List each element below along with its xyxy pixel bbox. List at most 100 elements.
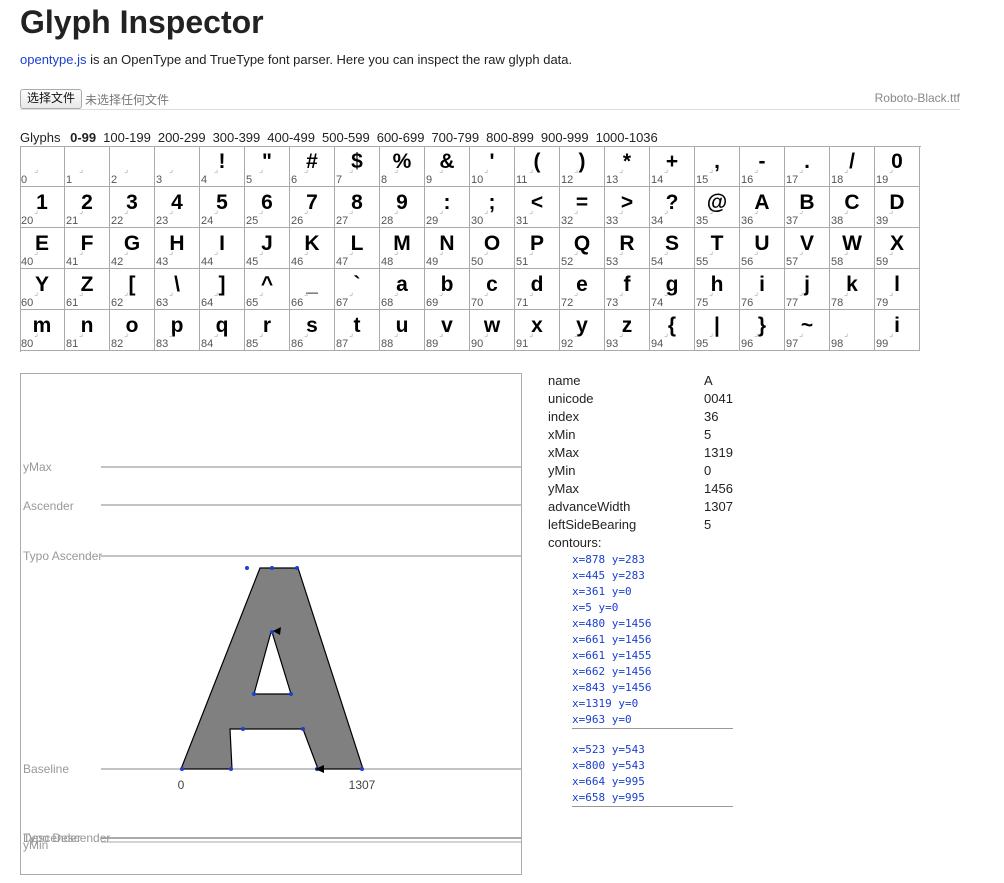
- choose-file-button[interactable]: 选择文件: [20, 89, 83, 109]
- glyph-cell[interactable]: _ ⌟ 66: [290, 269, 335, 310]
- glyph-cell[interactable]: r ⌟ 85: [245, 310, 290, 351]
- glyph-cell[interactable]: 3 ⌟ 22: [110, 187, 155, 228]
- glyph-cell[interactable]: Z ⌟ 61: [65, 269, 110, 310]
- glyph-cell[interactable]: = ⌟ 32: [560, 187, 605, 228]
- glyph-cell[interactable]: ^ ⌟ 65: [245, 269, 290, 310]
- glyph-cell[interactable]: ⌟ 98: [830, 310, 875, 351]
- glyph-cell[interactable]: > ⌟ 33: [605, 187, 650, 228]
- glyph-cell[interactable]: ] ⌟ 64: [200, 269, 245, 310]
- glyph-cell[interactable]: q ⌟ 84: [200, 310, 245, 351]
- glyph-cell[interactable]: ? ⌟ 34: [650, 187, 695, 228]
- glyph-cell[interactable]: ) ⌟ 12: [560, 146, 605, 187]
- glyph-cell[interactable]: T ⌟ 55: [695, 228, 740, 269]
- glyph-cell[interactable]: d ⌟ 71: [515, 269, 560, 310]
- glyph-cell[interactable]: f ⌟ 73: [605, 269, 650, 310]
- glyph-cell[interactable]: * ⌟ 13: [605, 146, 650, 187]
- pager-tab[interactable]: 600-699: [377, 130, 425, 145]
- glyph-cell[interactable]: i ⌟ 76: [740, 269, 785, 310]
- glyph-cell[interactable]: $ ⌟ 7: [335, 146, 380, 187]
- glyph-cell[interactable]: J ⌟ 45: [245, 228, 290, 269]
- glyph-cell[interactable]: D ⌟ 39: [875, 187, 920, 228]
- glyph-cell[interactable]: ! ⌟ 4: [200, 146, 245, 187]
- glyph-cell[interactable]: , ⌟ 15: [695, 146, 740, 187]
- glyph-cell[interactable]: 7 ⌟ 26: [290, 187, 335, 228]
- pager-tab[interactable]: 100-199: [103, 130, 151, 145]
- pager-tab[interactable]: 900-999: [541, 130, 589, 145]
- glyph-cell[interactable]: x ⌟ 91: [515, 310, 560, 351]
- glyph-cell[interactable]: g ⌟ 74: [650, 269, 695, 310]
- glyph-cell[interactable]: 0 ⌟ 19: [875, 146, 920, 187]
- glyph-cell[interactable]: X ⌟ 59: [875, 228, 920, 269]
- glyph-cell[interactable]: V ⌟ 57: [785, 228, 830, 269]
- glyph-cell[interactable]: % ⌟ 8: [380, 146, 425, 187]
- glyph-cell[interactable]: A ⌟ 36: [740, 187, 785, 228]
- pager-tab[interactable]: 0-99: [70, 130, 96, 145]
- glyph-cell[interactable]: 8 ⌟ 27: [335, 187, 380, 228]
- glyph-cell[interactable]: {⌟ 94: [650, 310, 695, 351]
- glyph-cell[interactable]: u ⌟ 88: [380, 310, 425, 351]
- glyph-cell[interactable]: E ⌟ 40: [20, 228, 65, 269]
- glyph-cell[interactable]: G ⌟ 42: [110, 228, 155, 269]
- glyph-cell[interactable]: v ⌟ 89: [425, 310, 470, 351]
- glyph-cell[interactable]: # ⌟ 6: [290, 146, 335, 187]
- glyph-cell[interactable]: b ⌟ 69: [425, 269, 470, 310]
- pager-tab[interactable]: 200-299: [158, 130, 206, 145]
- glyph-cell[interactable]: C ⌟ 38: [830, 187, 875, 228]
- glyph-cell[interactable]: l ⌟ 79: [875, 269, 920, 310]
- glyph-cell[interactable]: (⌟ 11: [515, 146, 560, 187]
- glyph-cell[interactable]: / ⌟ 18: [830, 146, 875, 187]
- glyph-cell[interactable]: 5 ⌟ 24: [200, 187, 245, 228]
- glyph-cell[interactable]: R ⌟ 53: [605, 228, 650, 269]
- glyph-cell[interactable]: 1 ⌟ 20: [20, 187, 65, 228]
- glyph-cell[interactable]: ` ⌟ 67: [335, 269, 380, 310]
- glyph-cell[interactable]: i ⌟ 99: [875, 310, 920, 351]
- pager-tab[interactable]: 700-799: [431, 130, 479, 145]
- opentype-link[interactable]: opentype.js: [20, 52, 87, 67]
- glyph-cell[interactable]: H ⌟ 43: [155, 228, 200, 269]
- pager-tab[interactable]: 500-599: [322, 130, 370, 145]
- glyph-cell[interactable]: Y ⌟ 60: [20, 269, 65, 310]
- pager-tab[interactable]: 800-899: [486, 130, 534, 145]
- glyph-cell[interactable]: k ⌟ 78: [830, 269, 875, 310]
- glyph-cell[interactable]: o ⌟ 82: [110, 310, 155, 351]
- glyph-cell[interactable]: y ⌟ 92: [560, 310, 605, 351]
- glyph-cell[interactable]: L ⌟ 47: [335, 228, 380, 269]
- glyph-cell[interactable]: } ⌟ 96: [740, 310, 785, 351]
- glyph-cell[interactable]: | ⌟ 95: [695, 310, 740, 351]
- glyph-cell[interactable]: 9 ⌟ 28: [380, 187, 425, 228]
- glyph-cell[interactable]: F ⌟ 41: [65, 228, 110, 269]
- glyph-cell[interactable]: t ⌟ 87: [335, 310, 380, 351]
- glyph-cell[interactable]: ⌟ 0: [20, 146, 65, 187]
- glyph-cell[interactable]: @ ⌟ 35: [695, 187, 740, 228]
- glyph-cell[interactable]: 2 ⌟ 21: [65, 187, 110, 228]
- glyph-cell[interactable]: " ⌟ 5: [245, 146, 290, 187]
- glyph-cell[interactable]: w ⌟ 90: [470, 310, 515, 351]
- glyph-cell[interactable]: Q ⌟ 52: [560, 228, 605, 269]
- pager-tab[interactable]: 400-499: [267, 130, 315, 145]
- glyph-cell[interactable]: P ⌟ 51: [515, 228, 560, 269]
- glyph-cell[interactable]: W ⌟ 58: [830, 228, 875, 269]
- glyph-cell[interactable]: I ⌟ 44: [200, 228, 245, 269]
- glyph-cell[interactable]: . ⌟ 17: [785, 146, 830, 187]
- glyph-cell[interactable]: : ⌟ 29: [425, 187, 470, 228]
- glyph-cell[interactable]: e ⌟ 72: [560, 269, 605, 310]
- glyph-cell[interactable]: ; ⌟ 30: [470, 187, 515, 228]
- glyph-cell[interactable]: ~ ⌟ 97: [785, 310, 830, 351]
- glyph-cell[interactable]: 4 ⌟ 23: [155, 187, 200, 228]
- glyph-cell[interactable]: ' ⌟ 10: [470, 146, 515, 187]
- glyph-cell[interactable]: h ⌟ 75: [695, 269, 740, 310]
- pager-tab[interactable]: 1000-1036: [596, 130, 658, 145]
- glyph-cell[interactable]: < ⌟ 31: [515, 187, 560, 228]
- glyph-cell[interactable]: O ⌟ 50: [470, 228, 515, 269]
- glyph-cell[interactable]: s ⌟ 86: [290, 310, 335, 351]
- glyph-cell[interactable]: & ⌟ 9: [425, 146, 470, 187]
- glyph-cell[interactable]: ⌟ 1: [65, 146, 110, 187]
- pager-tab[interactable]: 300-399: [213, 130, 261, 145]
- glyph-cell[interactable]: B ⌟ 37: [785, 187, 830, 228]
- glyph-cell[interactable]: U ⌟ 56: [740, 228, 785, 269]
- glyph-cell[interactable]: j ⌟ 77: [785, 269, 830, 310]
- glyph-cell[interactable]: c ⌟ 70: [470, 269, 515, 310]
- glyph-cell[interactable]: + ⌟ 14: [650, 146, 695, 187]
- glyph-cell[interactable]: n ⌟ 81: [65, 310, 110, 351]
- glyph-cell[interactable]: ⌟ 2: [110, 146, 155, 187]
